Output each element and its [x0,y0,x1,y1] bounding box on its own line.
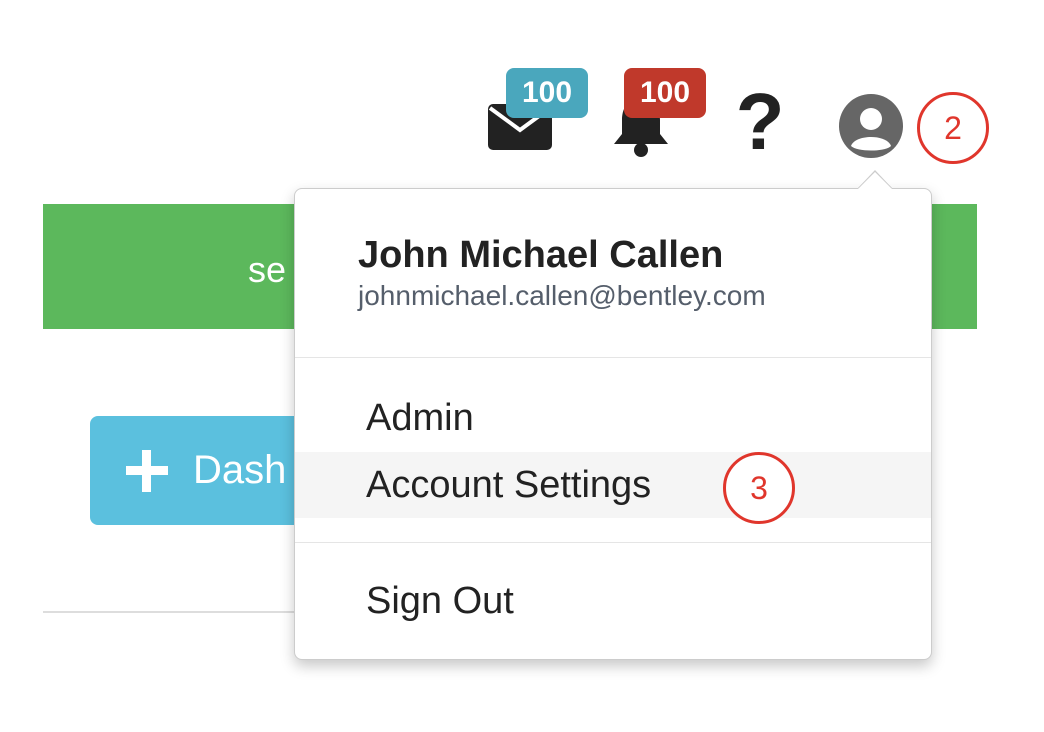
banner-text: se [248,249,287,290]
user-circle-icon[interactable] [839,94,903,158]
step-3-marker: 3 [723,452,795,524]
question-icon[interactable]: ? [730,82,790,162]
step-2-marker: 2 [917,92,989,164]
messages-badge: 100 [506,68,588,118]
user-email: johnmichael.callen@bentley.com [358,280,766,311]
menu-item-account-settings[interactable]: Account Settings [295,452,931,518]
dropdown-caret-fill [858,172,892,189]
menu-divider [295,542,931,543]
menu-item-sign-out[interactable]: Sign Out [295,568,931,634]
user-name: John Michael Callen [358,234,724,276]
menu-divider [295,357,931,358]
plus-icon [126,450,168,492]
user-menu-dropdown: John Michael Callen johnmichael.callen@b… [294,188,932,660]
add-dashboard-label: Dash [193,448,287,492]
notifications-badge: 100 [624,68,706,118]
menu-item-admin[interactable]: Admin [295,385,931,451]
